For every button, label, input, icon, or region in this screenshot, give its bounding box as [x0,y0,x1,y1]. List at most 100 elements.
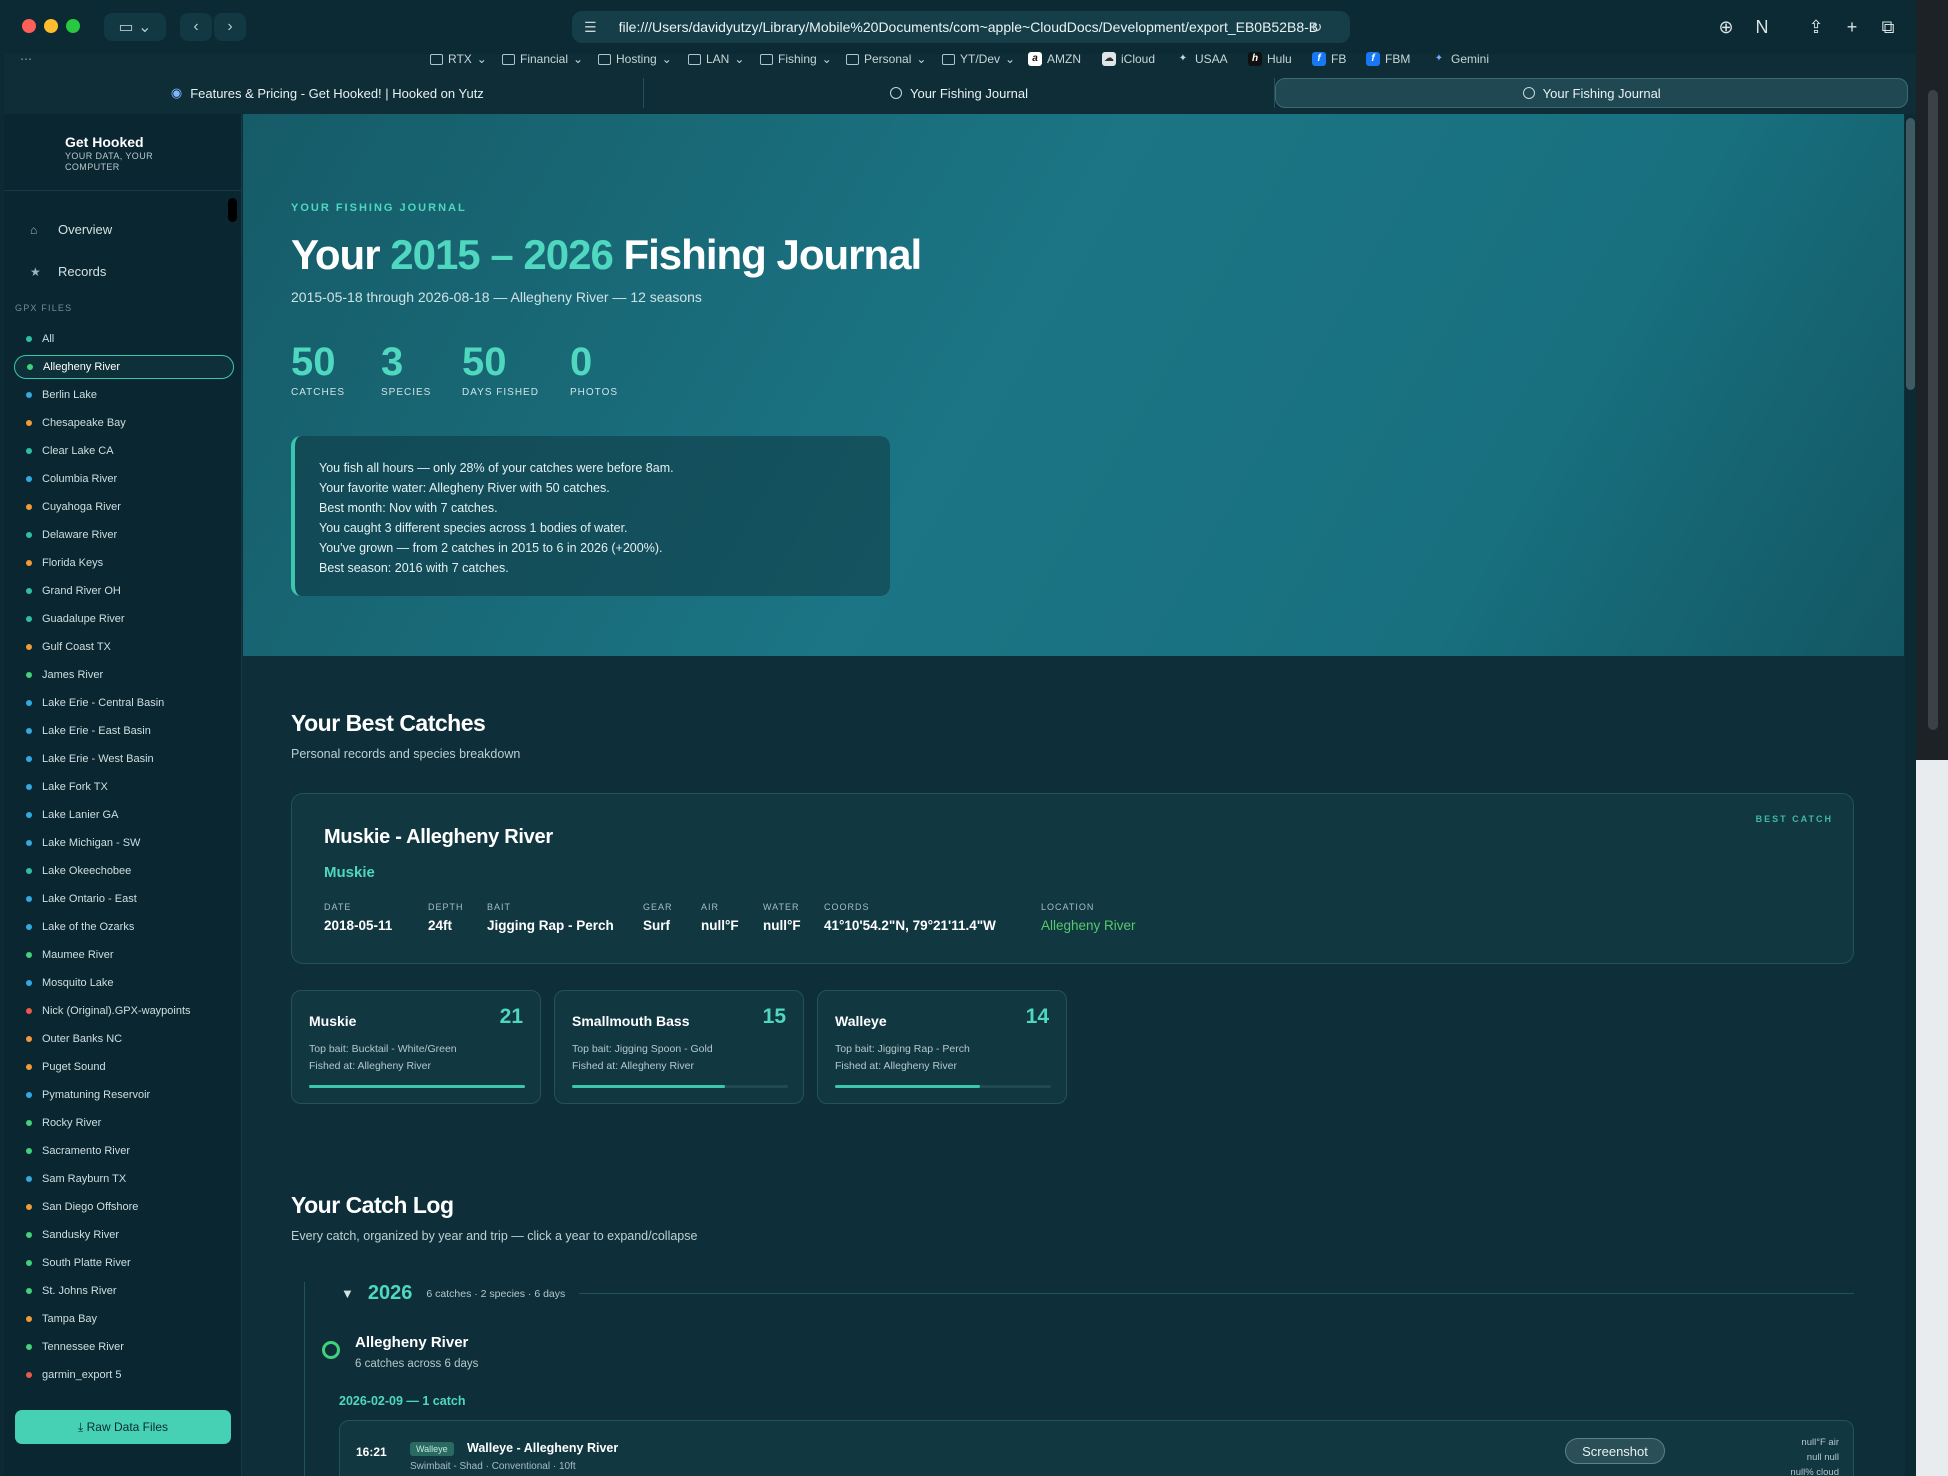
species-progress-fill [309,1085,525,1088]
gpx-file-item[interactable]: Lake Erie - Central Basin [14,689,234,717]
species-name: Walleye [835,1013,887,1029]
bookmark-folder-personal[interactable]: Personal ⌄ [846,52,926,66]
gpx-file-item[interactable]: Lake Erie - West Basin [14,745,234,773]
gpx-file-item[interactable]: St. Johns River [14,1277,234,1305]
species-badge: Walleye [410,1442,454,1456]
gpx-file-item[interactable]: Berlin Lake [14,381,234,409]
gpx-file-item[interactable]: Delaware River [14,521,234,549]
address-bar[interactable]: ☰ file:///Users/davidyutzy/Library/Mobil… [572,11,1350,43]
reload-icon[interactable]: ↻ [1311,19,1323,36]
gpx-file-item[interactable]: South Platte River [14,1249,234,1277]
new-tab-icon[interactable]: + [1840,15,1864,39]
tab-fishing-journal-2[interactable]: Your Fishing Journal [1275,78,1909,108]
gpx-file-item[interactable]: Allegheny River [14,355,234,379]
downloads-icon[interactable]: ⊕ [1714,15,1738,39]
color-dot-icon [26,1036,32,1042]
gpx-file-item[interactable]: Lake of the Ozarks [14,913,234,941]
page-scrollbar[interactable] [1905,114,1916,1476]
bookmark-folder-financial[interactable]: Financial ⌄ [502,52,583,66]
tab-overview-icon[interactable]: ⧉ [1876,15,1900,39]
grid-icon[interactable]: ⋯ [20,52,32,66]
bookmark-hulu[interactable]: h Hulu [1248,52,1292,66]
gpx-file-item[interactable]: Lake Michigan - SW [14,829,234,857]
bookmark-fbm[interactable]: f FBM [1366,52,1410,66]
gpx-file-item[interactable]: Tennessee River [14,1333,234,1361]
sidebar-scrollbar[interactable] [228,198,237,222]
gpx-file-item[interactable]: Lake Fork TX [14,773,234,801]
notion-extension-icon[interactable]: N [1750,15,1774,39]
bookmark-folder-fishing[interactable]: Fishing ⌄ [760,52,832,66]
gpx-file-item[interactable]: Lake Lanier GA [14,801,234,829]
color-dot-icon [26,1148,32,1154]
sidebar-toggle-button[interactable]: ▭ ⌄ [104,13,166,41]
bookmark-folder-lan[interactable]: LAN ⌄ [688,52,744,66]
nav-overview[interactable]: ⌂ Overview [30,222,112,237]
gpx-file-item[interactable]: Florida Keys [14,549,234,577]
close-window-button[interactable] [22,19,36,33]
gpx-file-item[interactable]: Clear Lake CA [14,437,234,465]
gpx-file-item[interactable]: Sam Rayburn TX [14,1165,234,1193]
page-settings-icon[interactable]: ☰ [584,19,597,36]
url-text: file:///Users/davidyutzy/Library/Mobile%… [618,19,1319,35]
scrollbar-thumb[interactable] [1906,118,1915,390]
tab-fishing-journal-1[interactable]: Your Fishing Journal [644,78,1276,108]
gpx-file-item[interactable]: Maumee River [14,941,234,969]
bookmark-icloud[interactable]: ☁ iCloud [1102,52,1155,66]
color-dot-icon [26,868,32,874]
bookmark-folder-hosting[interactable]: Hosting ⌄ [598,52,672,66]
gpx-file-item[interactable]: All [14,325,234,353]
background-scrollbar [1928,90,1938,730]
gpx-file-item[interactable]: James River [14,661,234,689]
share-icon[interactable]: ⇪ [1804,15,1828,39]
gpx-file-item[interactable]: Lake Okeechobee [14,857,234,885]
gpx-file-item[interactable]: Outer Banks NC [14,1025,234,1053]
catch-entry[interactable]: 16:21 Walleye Walleye - Allegheny River … [339,1420,1854,1476]
best-catches-heading: Your Best Catches [291,710,486,736]
gpx-file-item[interactable]: garmin_export 5 [14,1361,234,1389]
gpx-file-item[interactable]: Tampa Bay [14,1305,234,1333]
bookmark-fb[interactable]: f FB [1312,52,1346,66]
gpx-file-item[interactable]: Pymatuning Reservoir [14,1081,234,1109]
gpx-file-item[interactable]: Sandusky River [14,1221,234,1249]
bookmark-folder-rtx[interactable]: RTX ⌄ [430,52,487,66]
color-dot-icon [26,1008,32,1014]
gpx-file-item[interactable]: Mosquito Lake [14,969,234,997]
color-dot-icon [26,1204,32,1210]
bookmark-amzn[interactable]: a AMZN [1028,52,1081,66]
forward-button[interactable]: › [214,13,246,41]
color-dot-icon [26,1092,32,1098]
minimize-window-button[interactable] [44,19,58,33]
color-dot-icon [26,1288,32,1294]
main-content: YOUR FISHING JOURNAL Your 2015 – 2026 Fi… [243,114,1904,1476]
gpx-file-item[interactable]: Lake Erie - East Basin [14,717,234,745]
bookmark-gemini[interactable]: ✦ Gemini [1432,52,1489,66]
catch-title: Walleye - Allegheny River [467,1441,619,1455]
gpx-file-item[interactable]: Cuyahoga River [14,493,234,521]
tab-features-pricing[interactable]: ◉ Features & Pricing - Get Hooked! | Hook… [12,78,644,108]
gpx-file-item[interactable]: Gulf Coast TX [14,633,234,661]
gpx-file-item[interactable]: Grand River OH [14,577,234,605]
bookmark-usaa[interactable]: ✦ USAA [1176,52,1228,66]
gpx-file-item[interactable]: Rocky River [14,1109,234,1137]
bookmark-folder-ytdev[interactable]: YT/Dev ⌄ [942,52,1015,66]
best-catches-subtitle: Personal records and species breakdown [291,747,521,761]
gpx-file-item[interactable]: Sacramento River [14,1137,234,1165]
trip-marker-icon [322,1341,340,1359]
gpx-file-item[interactable]: San Diego Offshore [14,1193,234,1221]
gpx-file-item[interactable]: Lake Ontario - East [14,885,234,913]
zoom-window-button[interactable] [66,19,80,33]
back-button[interactable]: ‹ [180,13,212,41]
hero-kicker: YOUR FISHING JOURNAL [291,202,467,214]
year-toggle-2026[interactable]: ▼ 2026 6 catches · 2 species · 6 days [341,1282,1854,1305]
gpx-file-item[interactable]: Chesapeake Bay [14,409,234,437]
gpx-file-item[interactable]: Columbia River [14,465,234,493]
gpx-file-item[interactable]: Puget Sound [14,1053,234,1081]
raw-data-files-button[interactable]: ⤓ Raw Data Files [15,1410,231,1444]
location-link[interactable]: Allegheny River [1041,918,1136,933]
gpx-file-item[interactable]: Nick (Original).GPX-waypoints [14,997,234,1025]
species-count: 14 [1025,1005,1049,1028]
gpx-file-item[interactable]: Guadalupe River [14,605,234,633]
color-dot-icon [26,840,32,846]
nav-records[interactable]: ★ Records [30,264,106,279]
species-progress-fill [572,1085,726,1088]
